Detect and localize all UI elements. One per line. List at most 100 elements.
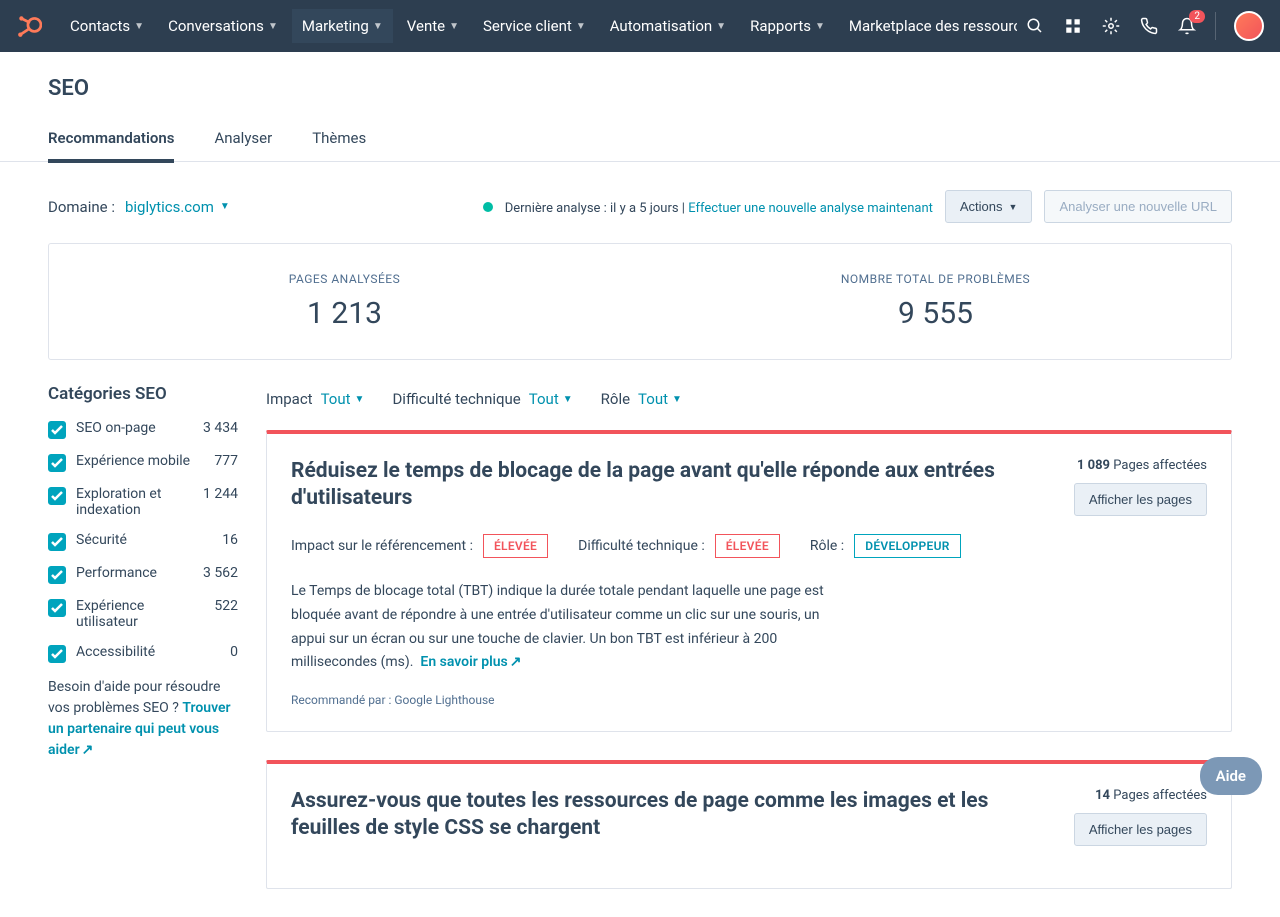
filter-role-value[interactable]: Tout ▼ <box>638 390 682 408</box>
nav-label: Vente <box>407 17 445 35</box>
recommendation-card: Réduisez le temps de blocage de la page … <box>266 430 1232 732</box>
checkbox-icon[interactable] <box>48 645 66 663</box>
filter-label: Rôle <box>601 390 630 408</box>
stat-value: 9 555 <box>640 296 1231 331</box>
nav-conversations[interactable]: Conversations▼ <box>158 9 288 43</box>
checkbox-icon[interactable] <box>48 599 66 617</box>
top-navigation: Contacts▼ Conversations▼ Marketing▼ Vent… <box>0 0 1280 52</box>
actions-button[interactable]: Actions▼ <box>945 190 1033 223</box>
stat-total-issues: NOMBRE TOTAL DE PROBLÈMES 9 555 <box>640 272 1231 331</box>
stats-card: PAGES ANALYSÉES 1 213 NOMBRE TOTAL DE PR… <box>48 243 1232 360</box>
category-ux[interactable]: Expérience utilisateur522 <box>48 598 238 630</box>
nav-rapports[interactable]: Rapports▼ <box>740 9 835 43</box>
filter-label: Impact <box>266 390 313 408</box>
category-crawling[interactable]: Exploration et indexation1 244 <box>48 486 238 518</box>
checkbox-icon[interactable] <box>48 421 66 439</box>
nav-items: Contacts▼ Conversations▼ Marketing▼ Vent… <box>60 9 1017 43</box>
filter-difficulty-value[interactable]: Tout▼ <box>529 390 573 408</box>
filter-impact-value[interactable]: Tout▼ <box>321 390 365 408</box>
chevron-down-icon: ▼ <box>373 21 383 32</box>
chevron-down-icon: ▼ <box>815 21 825 32</box>
category-label: Exploration et indexation <box>76 486 193 518</box>
filter-role: Rôle Tout ▼ <box>601 390 682 408</box>
tab-themes[interactable]: Thèmes <box>312 117 366 161</box>
chevron-down-icon: ▼ <box>134 21 144 32</box>
nav-marketplace[interactable]: Marketplace des ressources▼ <box>839 9 1017 43</box>
sidebar: Catégories SEO SEO on-page3 434 Expérien… <box>48 384 238 917</box>
filter-impact: Impact Tout▼ <box>266 390 364 408</box>
show-pages-button[interactable]: Afficher les pages <box>1074 813 1207 846</box>
checkbox-icon[interactable] <box>48 487 66 505</box>
pages-affected: 14 Pages affectées <box>1074 788 1207 803</box>
toolbar: Domaine : biglytics.com ▼ Dernière analy… <box>48 162 1232 243</box>
user-avatar[interactable] <box>1234 11 1264 41</box>
external-link-icon: ↗ <box>82 740 94 761</box>
category-accessibility[interactable]: Accessibilité0 <box>48 644 238 663</box>
rec-title: Assurez-vous que toutes les ressources d… <box>291 788 1054 846</box>
filters: ImpactTout▼ Difficulté techniqueTout▼ Rô… <box>266 384 1232 408</box>
tag-impact: Impact sur le référencement : ÉLEVÉE <box>291 534 548 558</box>
category-label: Performance <box>76 565 193 581</box>
nav-automatisation[interactable]: Automatisation▼ <box>600 9 736 43</box>
pages-count: 14 <box>1095 788 1110 803</box>
learn-more-link[interactable]: En savoir plus ↗ <box>420 654 521 670</box>
domain-value: biglytics.com <box>125 198 214 216</box>
category-count: 16 <box>222 532 238 548</box>
tag-label: Difficulté technique : <box>578 538 705 554</box>
last-scan-text: Dernière analyse : il y a 5 jours | Effe… <box>505 197 933 216</box>
category-security[interactable]: Sécurité16 <box>48 532 238 551</box>
category-count: 3 434 <box>203 420 238 436</box>
nav-right: 2 <box>1025 11 1264 41</box>
tag-label: Impact sur le référencement : <box>291 538 473 554</box>
toolbar-right: Dernière analyse : il y a 5 jours | Effe… <box>483 190 1232 223</box>
nav-vente[interactable]: Vente ▼ <box>397 9 469 43</box>
pages-suffix: Pages affectées <box>1113 788 1207 803</box>
category-performance[interactable]: Performance3 562 <box>48 565 238 584</box>
phone-icon[interactable] <box>1139 16 1159 36</box>
filter-difficulty: Difficulté technique Tout▼ <box>392 390 572 408</box>
help-fab-button[interactable]: Aide <box>1200 757 1262 795</box>
tab-analyser[interactable]: Analyser <box>214 117 272 161</box>
domain-label: Domaine : <box>48 198 115 216</box>
search-icon[interactable] <box>1025 16 1045 36</box>
stat-pages-analysed: PAGES ANALYSÉES 1 213 <box>49 272 640 331</box>
checkbox-icon[interactable] <box>48 533 66 551</box>
nav-marketing[interactable]: Marketing▼ <box>292 9 393 43</box>
category-count: 0 <box>230 644 238 660</box>
settings-icon[interactable] <box>1101 16 1121 36</box>
status-dot-icon <box>483 202 493 212</box>
stat-value: 1 213 <box>49 296 640 331</box>
chevron-down-icon: ▼ <box>672 394 682 405</box>
tag-value: ÉLEVÉE <box>483 534 548 558</box>
tag-label: Rôle : <box>810 538 844 554</box>
hubspot-logo[interactable] <box>16 12 44 40</box>
external-link-icon: ↗ <box>510 651 522 675</box>
chevron-down-icon: ▼ <box>449 21 459 32</box>
category-seo-onpage[interactable]: SEO on-page3 434 <box>48 420 238 439</box>
nav-label: Service client <box>483 17 572 35</box>
tag-role: Rôle :DÉVELOPPEUR <box>810 534 961 558</box>
domain-selector[interactable]: biglytics.com ▼ <box>125 198 230 216</box>
filter-label: Difficulté technique <box>392 390 520 408</box>
checkbox-icon[interactable] <box>48 566 66 584</box>
help-text: Besoin d'aide pour résoudre vos problème… <box>48 677 238 761</box>
nav-contacts[interactable]: Contacts▼ <box>60 9 154 43</box>
rescan-link[interactable]: Effectuer une nouvelle analyse maintenan… <box>688 201 933 216</box>
marketplace-icon[interactable] <box>1063 16 1083 36</box>
tab-recommandations[interactable]: Recommandations <box>48 117 174 163</box>
checkbox-icon[interactable] <box>48 454 66 472</box>
tag-value: ÉLEVÉE <box>715 534 780 558</box>
pages-affected: 1 089 Pages affectées <box>1074 458 1207 473</box>
filter-value-text: Tout <box>321 390 351 408</box>
analyze-url-button[interactable]: Analyser une nouvelle URL <box>1044 190 1232 223</box>
show-pages-button[interactable]: Afficher les pages <box>1074 483 1207 516</box>
page-title: SEO <box>48 76 1232 101</box>
divider <box>1215 12 1216 40</box>
filter-value-text: Tout <box>638 390 668 408</box>
nav-service-client[interactable]: Service client▼ <box>473 9 596 43</box>
notifications-icon[interactable]: 2 <box>1177 16 1197 36</box>
category-mobile[interactable]: Expérience mobile777 <box>48 453 238 472</box>
main-row: Catégories SEO SEO on-page3 434 Expérien… <box>48 384 1232 917</box>
recommendation-card: Assurez-vous que toutes les ressources d… <box>266 760 1232 889</box>
chevron-down-icon: ▼ <box>563 394 573 405</box>
